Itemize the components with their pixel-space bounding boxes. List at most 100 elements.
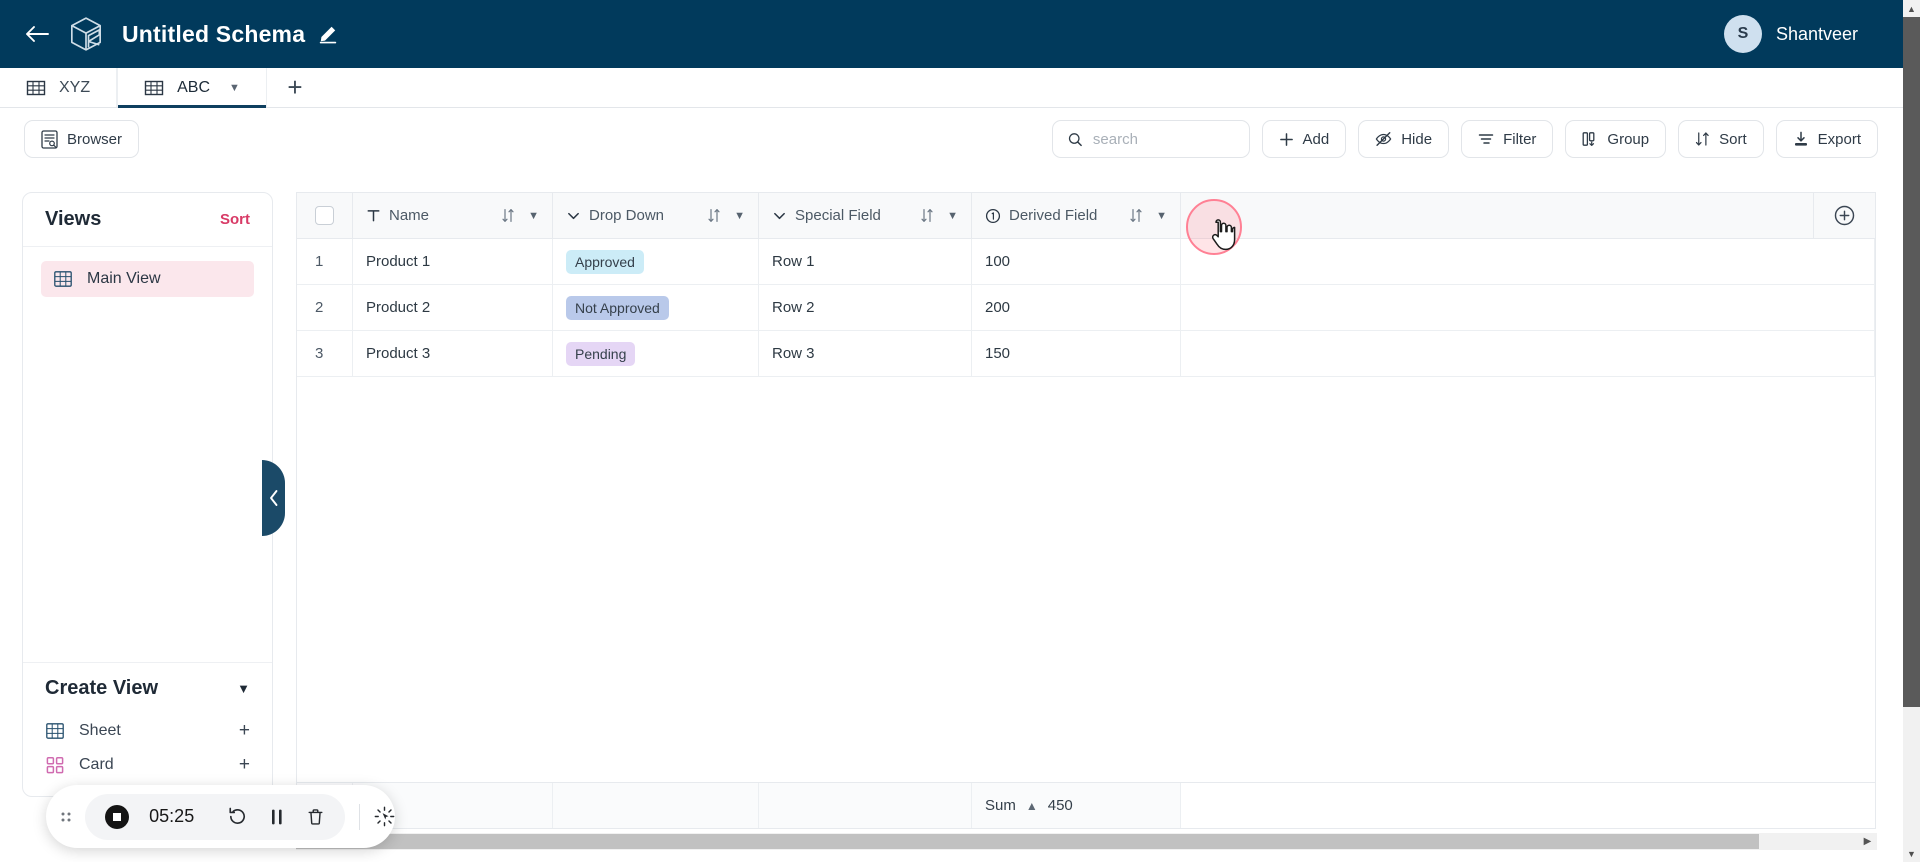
browser-vertical-scrollbar[interactable]: ▲ ▼ [1903,0,1920,862]
create-view-card[interactable]: Card + [45,748,250,782]
sidebar-item-label: Main View [87,270,161,287]
cell-special-field[interactable]: Row 3 [759,331,972,376]
column-header-label: Name [389,207,430,224]
avatar: S [1723,15,1762,53]
search-icon [1068,132,1082,146]
filter-button[interactable]: Filter [1461,120,1554,158]
pencil-icon[interactable] [318,24,338,44]
stop-record-icon[interactable] [105,804,130,829]
sort-button[interactable]: Sort [1678,120,1764,158]
column-header-derived-field[interactable]: Derived Field ▼ [972,193,1181,238]
group-icon [1582,132,1595,146]
sort-arrows-icon[interactable] [501,208,515,223]
export-button[interactable]: Export [1775,120,1878,158]
user-menu[interactable]: S Shantveer [1723,15,1898,53]
add-button[interactable]: Add [1261,120,1347,158]
tab-label: ABC [177,78,211,96]
footer-cell-derived-field[interactable]: Sum ▲ 450 [972,783,1181,828]
cell-name[interactable]: Product 3 [353,331,553,376]
scroll-right-arrow-icon[interactable]: ▶ [1860,834,1875,849]
sort-arrows-icon[interactable] [707,208,721,223]
browser-button[interactable]: Browser [24,120,140,158]
cell-derived-field[interactable]: 150 [972,331,1181,376]
cell-derived-field[interactable]: 200 [972,285,1181,330]
chevron-down-icon[interactable]: ▼ [237,681,250,696]
status-badge: Pending [566,341,636,366]
scroll-down-arrow-icon[interactable]: ▼ [1903,845,1920,862]
sort-arrows-icon[interactable] [920,208,934,223]
footer-filler [1181,783,1875,828]
cell-drop-down[interactable]: Not Approved [553,285,759,330]
drag-handle-icon[interactable] [46,810,85,824]
scrollbar-thumb[interactable] [1903,17,1920,707]
table-row[interactable]: 3 Product 3 Pending Row 3 150 [297,331,1875,377]
column-header-name[interactable]: Name ▼ [353,193,553,238]
column-menu-chevron-down-icon[interactable]: ▼ [734,210,745,222]
table-horizontal-scrollbar[interactable]: ▶ [296,833,1877,850]
filter-button-label: Filter [1503,130,1537,148]
cell-special-field[interactable]: Row 1 [759,239,972,284]
tab-abc[interactable]: ABC ▼ [117,68,267,108]
chevron-down-icon [772,208,787,223]
views-header: Views Sort [23,193,272,247]
derived-field-menu-chevron-down-icon[interactable]: ▼ [1156,210,1167,222]
sort-button-label: Sort [1719,130,1747,148]
sidebar-collapse-handle[interactable] [262,460,285,536]
filter-icon [1478,134,1494,144]
sort-arrows-icon[interactable] [1129,208,1143,223]
number-circle-icon [985,208,1001,224]
hide-button-label: Hide [1401,130,1433,148]
hide-button[interactable]: Hide [1358,120,1450,158]
views-sort-link[interactable]: Sort [220,211,250,228]
pause-icon[interactable] [268,807,286,827]
column-header-label: Derived Field [1009,207,1098,224]
create-view-sheet[interactable]: Sheet + [45,714,250,748]
search-box[interactable] [1051,120,1250,158]
column-header-drop-down[interactable]: Drop Down ▼ [553,193,759,238]
add-table-button[interactable]: + [267,68,323,107]
aggregate-value: 450 [1047,797,1073,814]
footer-cell-drop-down[interactable] [553,783,759,828]
row-number: 3 [297,331,353,376]
cursor-highlight-icon[interactable] [374,806,395,827]
tab-xyz[interactable]: XYZ [0,68,118,107]
chevron-down-icon[interactable]: ▼ [229,82,240,94]
export-button-label: Export [1817,130,1861,148]
column-header-special-field[interactable]: Special Field ▼ [759,193,972,238]
views-title: Views [45,208,102,230]
table-row[interactable]: 2 Product 2 Not Approved Row 2 200 [297,285,1875,331]
scroll-up-arrow-icon[interactable]: ▲ [1903,0,1920,17]
column-menu-chevron-down-icon[interactable]: ▼ [528,210,539,222]
group-button[interactable]: Group [1565,120,1667,158]
create-view-header[interactable]: Create View ▼ [23,662,272,714]
checkbox-icon[interactable] [315,206,334,225]
cell-drop-down[interactable]: Pending [553,331,759,376]
cell-name[interactable]: Product 1 [353,239,553,284]
table-row[interactable]: 1 Product 1 Approved Row 1 100 [297,239,1875,285]
sidebar-item-main-view[interactable]: Main View [41,261,254,297]
add-button-label: Add [1302,130,1330,148]
add-column-button[interactable] [1813,193,1875,238]
create-view-list: Sheet + Card + [23,714,272,796]
user-name: Shantveer [1775,23,1858,44]
cell-derived-field[interactable]: 100 [972,239,1181,284]
aggregate-sum[interactable]: Sum ▲ 450 [985,797,1073,814]
cell-special-field[interactable]: Row 2 [759,285,972,330]
footer-cell-special-field[interactable] [759,783,972,828]
column-menu-chevron-down-icon[interactable]: ▼ [947,210,958,222]
recorder-controls: 05:25 [85,793,346,840]
row-filler [1181,239,1875,284]
select-all-cell[interactable] [297,193,353,238]
add-card-view-button[interactable]: + [239,754,250,776]
cell-drop-down[interactable]: Approved [553,239,759,284]
cell-name[interactable]: Product 2 [353,285,553,330]
back-arrow-icon[interactable] [22,19,52,49]
trash-icon[interactable] [306,807,325,827]
create-view-label: Sheet [79,722,121,739]
scrollbar-thumb[interactable] [296,834,1759,849]
add-sheet-view-button[interactable]: + [239,720,250,742]
views-sidebar: Views Sort Main View Create View ▼ Sheet… [22,192,273,797]
restart-icon[interactable] [227,806,248,827]
search-input[interactable] [1092,130,1234,148]
grid-view-icon [54,271,72,287]
